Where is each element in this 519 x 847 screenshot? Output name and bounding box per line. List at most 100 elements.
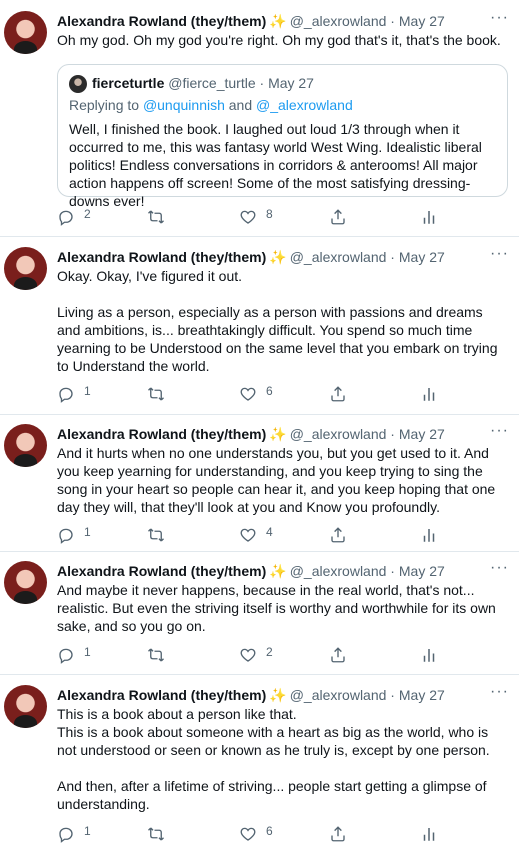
reply-count: 1 bbox=[84, 824, 91, 838]
reply-button[interactable]: 1 bbox=[57, 825, 91, 843]
avatar[interactable] bbox=[4, 561, 47, 604]
retweet-icon bbox=[148, 387, 164, 401]
like-button[interactable]: 2 bbox=[239, 646, 273, 664]
tweet-text: Okay. Okay, I've figured it out. Living … bbox=[57, 268, 498, 374]
author-name[interactable]: Alexandra Rowland (they/them) bbox=[57, 563, 266, 579]
retweet-icon bbox=[148, 648, 164, 662]
heart-icon bbox=[240, 648, 256, 662]
avatar[interactable] bbox=[4, 247, 47, 290]
share-button[interactable] bbox=[329, 208, 347, 226]
heart-icon bbox=[240, 827, 256, 841]
avatar[interactable] bbox=[4, 685, 47, 728]
like-button[interactable]: 6 bbox=[239, 825, 273, 843]
action-bar: 2 8 bbox=[57, 208, 437, 230]
tweet-date[interactable]: May 27 bbox=[399, 563, 445, 579]
reply-button[interactable]: 2 bbox=[57, 208, 91, 226]
share-icon bbox=[331, 647, 345, 663]
quoted-author-name: fierceturtle bbox=[92, 75, 165, 91]
like-button[interactable]: 4 bbox=[239, 526, 273, 544]
reply-count: 1 bbox=[84, 645, 91, 659]
action-bar: 1 4 bbox=[57, 526, 437, 548]
quoted-author-handle: @fierce_turtle bbox=[168, 75, 256, 91]
reply-button[interactable]: 1 bbox=[57, 526, 91, 544]
replying-to: Replying to @unquinnish and @_alexrowlan… bbox=[69, 97, 353, 113]
like-count: 4 bbox=[266, 525, 273, 539]
author-handle[interactable]: @_alexrowland bbox=[290, 563, 387, 579]
retweet-button[interactable] bbox=[147, 385, 174, 403]
tweet-date[interactable]: May 27 bbox=[399, 13, 445, 29]
more-options-icon[interactable]: ··· bbox=[490, 246, 509, 262]
tweet-header: Alexandra Rowland (they/them) ✨ @_alexrowl… bbox=[57, 13, 445, 29]
share-button[interactable] bbox=[329, 825, 347, 843]
tweet-text: This is a book about a person like that.… bbox=[57, 706, 490, 812]
analytics-button[interactable] bbox=[420, 646, 438, 664]
retweet-icon bbox=[148, 827, 164, 841]
tweet-text: And maybe it never happens, because in t… bbox=[57, 582, 496, 634]
avatar[interactable] bbox=[4, 11, 47, 54]
quoted-header: fierceturtle @fierce_turtle · May 27 bbox=[92, 75, 314, 91]
analytics-button[interactable] bbox=[420, 208, 438, 226]
analytics-button[interactable] bbox=[420, 385, 438, 403]
more-options-icon[interactable]: ··· bbox=[490, 560, 509, 576]
reply-count: 1 bbox=[84, 384, 91, 398]
tweet-text: And it hurts when no one understands you… bbox=[57, 445, 496, 515]
retweet-button[interactable] bbox=[147, 208, 174, 226]
tweet-header: Alexandra Rowland (they/them) ✨ @_alexrowl… bbox=[57, 563, 445, 579]
reply-icon bbox=[59, 827, 73, 843]
more-options-icon[interactable]: ··· bbox=[490, 684, 509, 700]
tweet-date[interactable]: May 27 bbox=[399, 249, 445, 265]
tweet-text: Oh my god. Oh my god you're right. Oh my… bbox=[57, 32, 501, 48]
retweet-button[interactable] bbox=[147, 646, 174, 664]
like-count: 6 bbox=[266, 384, 273, 398]
more-options-icon[interactable]: ··· bbox=[490, 10, 509, 26]
author-name[interactable]: Alexandra Rowland (they/them) bbox=[57, 249, 266, 265]
tweet-header: Alexandra Rowland (they/them) ✨ @_alexrowl… bbox=[57, 249, 445, 265]
reply-icon bbox=[59, 648, 73, 664]
author-handle[interactable]: @_alexrowland bbox=[290, 687, 387, 703]
sparkles-emoji: ✨ bbox=[269, 687, 287, 703]
reply-count: 2 bbox=[84, 207, 91, 221]
share-button[interactable] bbox=[329, 526, 347, 544]
share-icon bbox=[331, 386, 345, 402]
heart-icon bbox=[240, 387, 256, 401]
mention-alexrowland[interactable]: @_alexrowland bbox=[256, 97, 353, 113]
share-icon bbox=[331, 209, 345, 225]
retweet-button[interactable] bbox=[147, 526, 174, 544]
divider bbox=[0, 236, 519, 237]
reply-button[interactable]: 1 bbox=[57, 385, 91, 403]
share-button[interactable] bbox=[329, 646, 347, 664]
mention-unquinnish[interactable]: @unquinnish bbox=[143, 97, 225, 113]
sparkles-emoji: ✨ bbox=[269, 249, 287, 265]
author-name[interactable]: Alexandra Rowland (they/them) bbox=[57, 426, 266, 442]
reply-icon bbox=[59, 528, 73, 544]
analytics-button[interactable] bbox=[420, 526, 438, 544]
retweet-button[interactable] bbox=[147, 825, 174, 843]
author-handle[interactable]: @_alexrowland bbox=[290, 249, 387, 265]
like-button[interactable]: 6 bbox=[239, 385, 273, 403]
share-button[interactable] bbox=[329, 385, 347, 403]
retweet-icon bbox=[148, 210, 164, 224]
quoted-tweet[interactable]: fierceturtle @fierce_turtle · May 27 Rep… bbox=[57, 64, 508, 209]
tweet-header: Alexandra Rowland (they/them) ✨ @_alexrowl… bbox=[57, 687, 445, 703]
author-name[interactable]: Alexandra Rowland (they/them) bbox=[57, 13, 266, 29]
tweet-date[interactable]: May 27 bbox=[399, 687, 445, 703]
reply-icon bbox=[59, 210, 73, 226]
analytics-icon bbox=[423, 828, 435, 841]
more-options-icon[interactable]: ··· bbox=[490, 423, 509, 439]
author-handle[interactable]: @_alexrowland bbox=[290, 13, 387, 29]
like-button[interactable]: 8 bbox=[239, 208, 273, 226]
divider bbox=[0, 414, 519, 415]
analytics-button[interactable] bbox=[420, 825, 438, 843]
analytics-icon bbox=[423, 529, 435, 542]
author-name[interactable]: Alexandra Rowland (they/them) bbox=[57, 687, 266, 703]
avatar[interactable] bbox=[4, 424, 47, 467]
tweet-date[interactable]: May 27 bbox=[399, 426, 445, 442]
author-handle[interactable]: @_alexrowland bbox=[290, 426, 387, 442]
action-bar: 1 2 bbox=[57, 646, 437, 668]
sparkles-emoji: ✨ bbox=[269, 563, 287, 579]
reply-icon bbox=[59, 387, 73, 403]
sparkles-emoji: ✨ bbox=[269, 426, 287, 442]
reply-button[interactable]: 1 bbox=[57, 646, 91, 664]
sparkles-emoji: ✨ bbox=[269, 13, 287, 29]
quoted-date: May 27 bbox=[268, 75, 314, 91]
